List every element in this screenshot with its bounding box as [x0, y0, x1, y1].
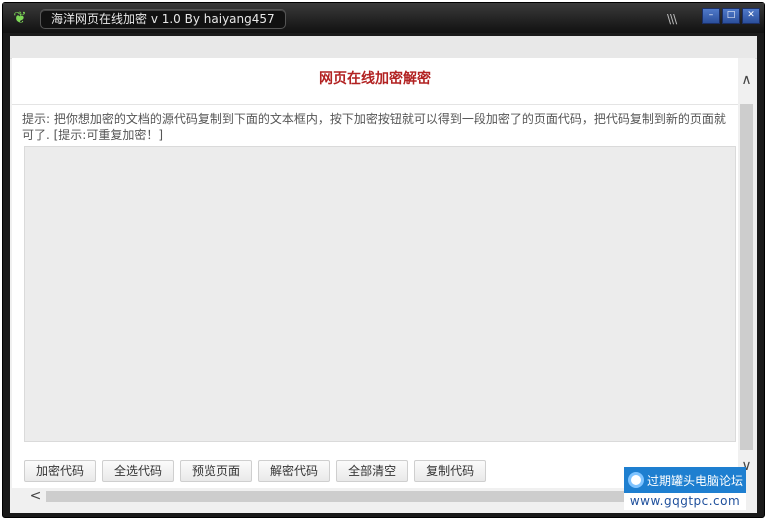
vertical-scrollbar[interactable]: ∧ ∨ — [738, 58, 755, 493]
heading-divider — [12, 104, 738, 105]
client-area: 网页在线加密解密 提示: 把你想加密的文档的源代码复制到下面的文本框内，按下加密… — [10, 36, 757, 513]
vertical-scroll-thumb[interactable] — [740, 104, 753, 450]
forum-logo-icon — [628, 472, 644, 488]
watermark-url: www.gqgtpc.com — [624, 493, 746, 510]
minimize-button[interactable]: – — [702, 8, 720, 24]
toolbar-strip — [10, 36, 757, 59]
preview-button[interactable]: 预览页面 — [180, 460, 253, 482]
page-title: 网页在线加密解密 — [319, 71, 431, 87]
window-title: 海洋网页在线加密 v 1.0 By haiyang457 — [40, 9, 286, 29]
scroll-up-icon[interactable]: ∧ — [738, 72, 755, 89]
window-controls: – □ ✕ — [702, 8, 760, 24]
horizontal-scroll-thumb[interactable] — [46, 491, 666, 502]
action-buttons: 加密代码 全选代码 预览页面 解密代码 全部清空 复制代码 — [24, 460, 487, 482]
watermark-top: 过期罐头电脑论坛 — [624, 467, 746, 493]
clear-all-button[interactable]: 全部清空 — [336, 460, 409, 482]
hint-text: 提示: 把你想加密的文档的源代码复制到下面的文本框内，按下加密按钮就可以得到一段… — [22, 112, 726, 142]
encrypt-button[interactable]: 加密代码 — [24, 460, 97, 482]
app-window: ❦ 海洋网页在线加密 v 1.0 By haiyang457 \\\ – □ ✕… — [2, 2, 765, 518]
decrypt-button[interactable]: 解密代码 — [258, 460, 331, 482]
copy-button[interactable]: 复制代码 — [414, 460, 487, 482]
code-textarea[interactable] — [24, 146, 736, 442]
select-all-button[interactable]: 全选代码 — [102, 460, 175, 482]
maximize-button[interactable]: □ — [722, 8, 740, 24]
watermark-badge: 过期罐头电脑论坛 www.gqgtpc.com — [624, 467, 746, 510]
leaf-icon: ❦ — [13, 8, 27, 27]
title-bar[interactable]: ❦ 海洋网页在线加密 v 1.0 By haiyang457 \\\ – □ ✕ — [3, 3, 764, 33]
watermark-text: 过期罐头电脑论坛 — [647, 473, 744, 488]
grip-marks: \\\ — [667, 12, 677, 26]
close-button[interactable]: ✕ — [742, 8, 760, 24]
web-page: 网页在线加密解密 提示: 把你想加密的文档的源代码复制到下面的文本框内，按下加密… — [12, 58, 738, 490]
scroll-left-icon[interactable]: < — [27, 488, 44, 505]
